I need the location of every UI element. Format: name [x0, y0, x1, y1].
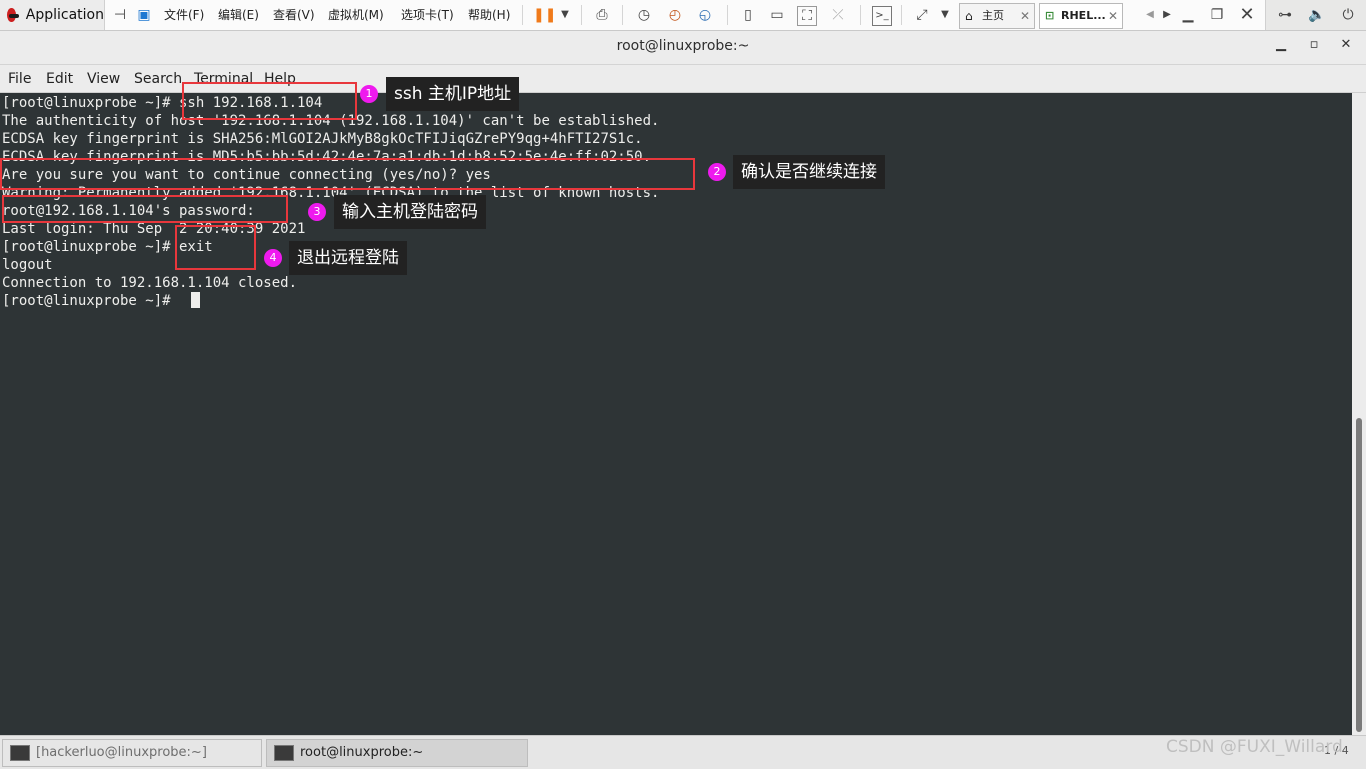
terminal-line: ECDSA key fingerprint is SHA256:MlGOI2AJ…	[2, 131, 643, 147]
vmware-icon[interactable]: ▣	[135, 6, 153, 24]
scrollbar-thumb[interactable]	[1356, 418, 1362, 732]
annotation-number-4: 4	[264, 249, 282, 267]
annotation-box-1	[182, 82, 357, 120]
network-icon[interactable]: ⊶	[1276, 6, 1294, 24]
menu-edit[interactable]: 编辑(E)	[218, 6, 259, 24]
vmware-maximize-icon[interactable]: ❐	[1208, 6, 1226, 24]
thumbnail-view-icon[interactable]: ▭	[768, 6, 786, 24]
tab-rhel[interactable]: ⊡ RHEL... ✕	[1039, 3, 1123, 29]
system-tray: ⊶ 🔈 ⏻	[1264, 0, 1366, 30]
applications-menu[interactable]: Application	[0, 0, 104, 30]
vm-tab-icon: ⊡	[1045, 9, 1055, 22]
toolbar-divider	[622, 5, 623, 25]
window-titlebar: root@linuxprobe:~ ▁ ▫ ✕	[0, 31, 1366, 65]
annotation-label-2: 确认是否继续连接	[733, 155, 885, 189]
snapshot-icon[interactable]: ◷	[635, 6, 653, 24]
chevron-down-icon[interactable]: ▼	[936, 6, 954, 24]
redhat-logo-icon	[7, 8, 19, 22]
tab-home[interactable]: ⌂ 主页 ✕	[959, 3, 1035, 29]
window-title: root@linuxprobe:~	[616, 38, 750, 54]
taskbar: [hackerluo@linuxprobe:~] root@linuxprobe…	[0, 735, 1366, 769]
terminal-line: logout	[2, 257, 53, 273]
close-icon[interactable]: ✕	[1020, 4, 1030, 28]
tab-scroll-left-icon[interactable]: ◀	[1141, 6, 1159, 24]
annotation-box-4	[175, 225, 256, 270]
tab-scroll-right-icon[interactable]: ▶	[1158, 6, 1176, 24]
menu-vm[interactable]: 虚拟机(M)	[328, 6, 384, 24]
taskbar-item-label: root@linuxprobe:~	[300, 745, 424, 760]
home-icon: ⌂	[965, 9, 973, 23]
stretch-icon[interactable]: ⤢	[913, 6, 931, 24]
maximize-button[interactable]: ▫	[1306, 37, 1322, 52]
terminal-prompt-line: [root@linuxprobe ~]#	[2, 293, 180, 309]
terminal-line: Connection to 192.168.1.104 closed.	[2, 275, 298, 291]
pin-icon[interactable]: ⊣	[111, 6, 129, 24]
vmware-minimize-icon[interactable]: ▁	[1179, 6, 1197, 24]
toolbar-divider	[901, 5, 902, 25]
sidebar-view-icon[interactable]: ▯	[739, 6, 757, 24]
menu-view[interactable]: 查看(V)	[273, 6, 315, 24]
menu-tabs[interactable]: 选项卡(T)	[401, 6, 454, 24]
annotation-number-1: 1	[360, 85, 378, 103]
close-icon[interactable]: ✕	[1108, 4, 1118, 28]
console-icon[interactable]: >_	[872, 6, 892, 26]
annotation-label-4: 退出远程登陆	[289, 241, 407, 275]
terminal-icon	[274, 745, 294, 761]
fullscreen-icon[interactable]: ⛶	[797, 6, 817, 26]
annotation-label-3: 输入主机登陆密码	[334, 195, 486, 229]
annotation-number-2: 2	[708, 163, 726, 181]
menu-file[interactable]: File	[8, 71, 31, 87]
minimize-button[interactable]: ▁	[1273, 37, 1289, 52]
annotation-label-1: ssh 主机IP地址	[386, 77, 520, 111]
menu-search[interactable]: Search	[134, 71, 182, 87]
send-keys-icon[interactable]: ⎙	[593, 6, 611, 24]
annotation-number-3: 3	[308, 203, 326, 221]
menu-edit[interactable]: Edit	[46, 71, 73, 87]
chevron-down-icon[interactable]: ▼	[556, 6, 574, 24]
menu-help[interactable]: 帮助(H)	[468, 6, 510, 24]
csdn-watermark: CSDN @FUXI_Willard	[1166, 737, 1343, 757]
taskbar-item-root[interactable]: root@linuxprobe:~	[266, 739, 528, 767]
annotation-box-2	[0, 158, 695, 190]
menu-view[interactable]: View	[87, 71, 120, 87]
toolbar-divider	[522, 5, 523, 25]
toolbar-divider	[581, 5, 582, 25]
taskbar-item-label: [hackerluo@linuxprobe:~]	[36, 745, 207, 760]
power-icon[interactable]: ⏻	[1339, 6, 1357, 24]
toolbar-divider	[727, 5, 728, 25]
unity-icon[interactable]: ⤫	[829, 6, 847, 24]
terminal-cursor	[191, 292, 200, 308]
terminal-icon	[10, 745, 30, 761]
annotation-box-3	[2, 195, 288, 223]
toolbar-divider	[860, 5, 861, 25]
close-button[interactable]: ✕	[1338, 37, 1354, 52]
revert-snapshot-icon[interactable]: ◴	[666, 6, 684, 24]
vmware-close-icon[interactable]: ✕	[1238, 6, 1256, 24]
snapshot-manager-icon[interactable]: ◵	[696, 6, 714, 24]
vmware-toolbar: ⊣ ▣ 文件(F) 编辑(E) 查看(V) 虚拟机(M) 选项卡(T) 帮助(H…	[104, 0, 1266, 30]
tab-home-label: 主页	[982, 9, 1004, 22]
tab-rhel-label: RHEL...	[1061, 9, 1106, 22]
volume-icon[interactable]: 🔈	[1308, 6, 1326, 24]
pause-icon[interactable]: ❚❚	[533, 6, 556, 24]
applications-label: Application	[25, 7, 104, 23]
menu-file[interactable]: 文件(F)	[164, 6, 204, 24]
taskbar-item-hackerluo[interactable]: [hackerluo@linuxprobe:~]	[2, 739, 262, 767]
